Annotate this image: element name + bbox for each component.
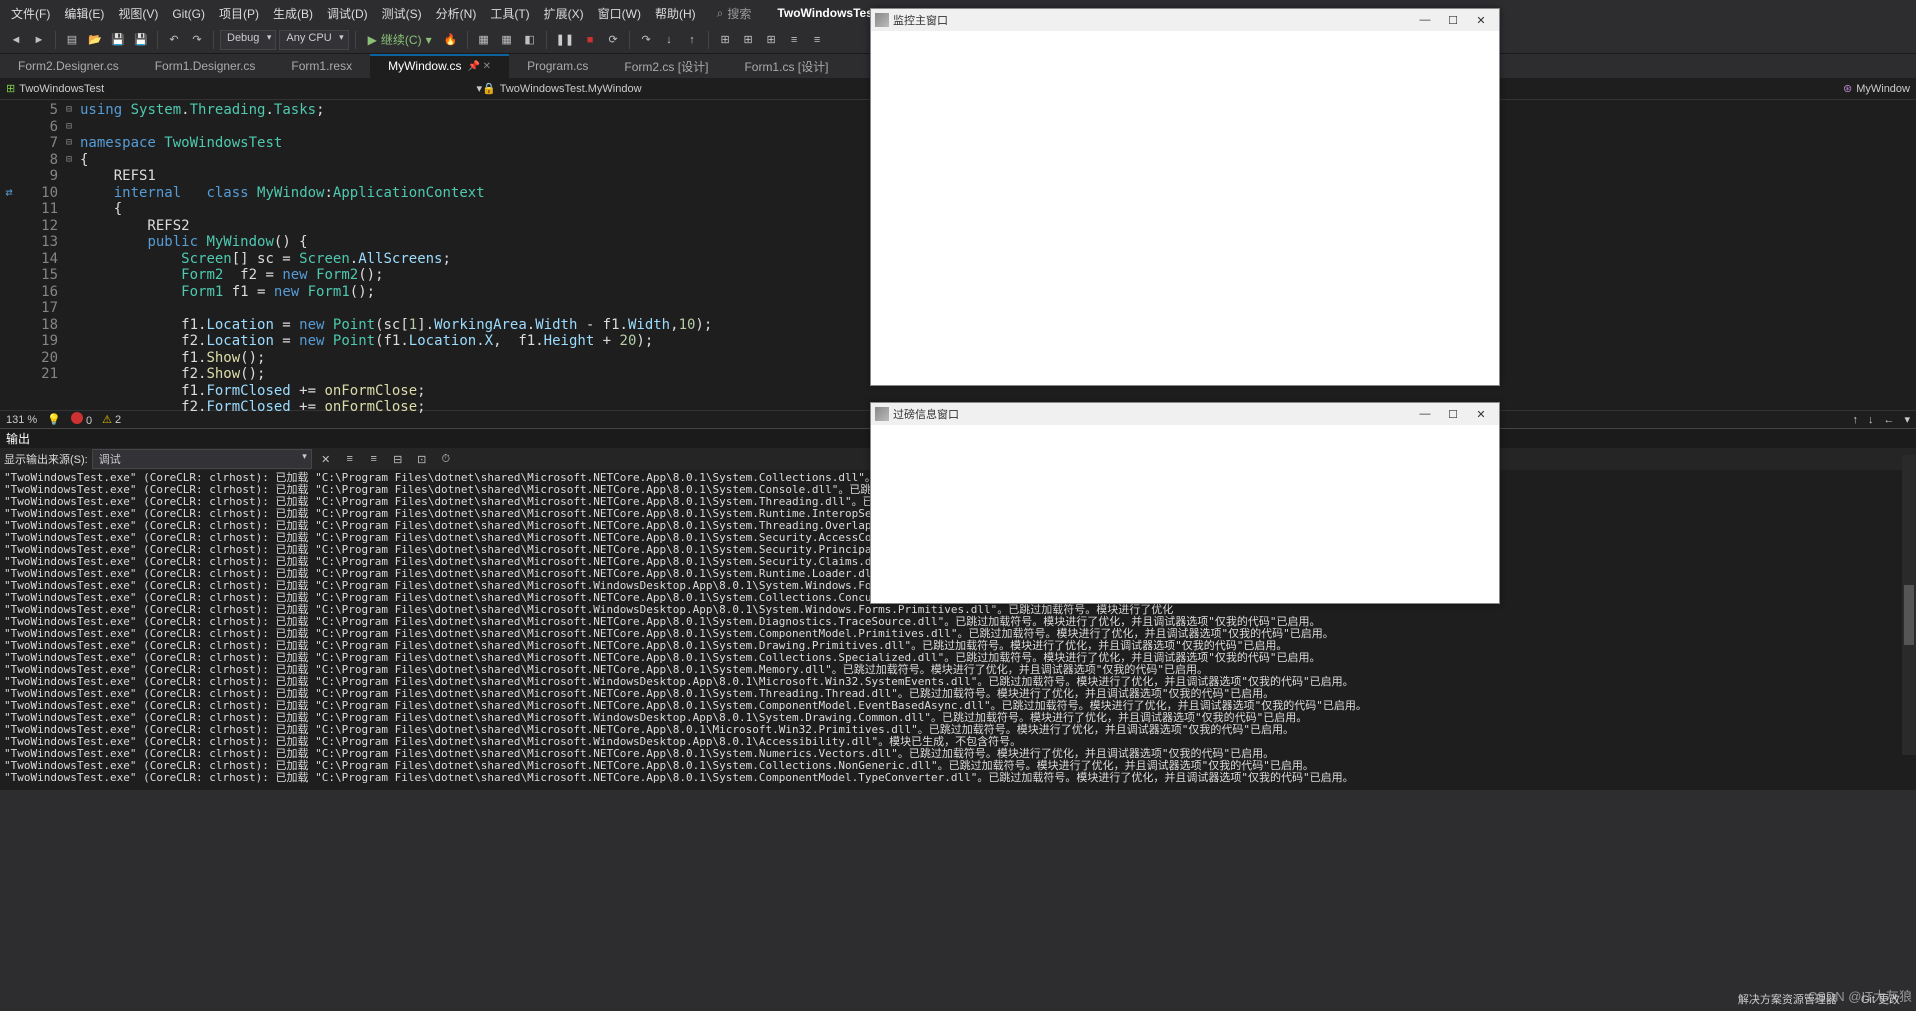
pause-icon[interactable]: ❚❚ xyxy=(553,30,577,50)
fold-gutter[interactable]: ⊟⊟⊟⊟ xyxy=(66,100,80,410)
lightbulb-icon[interactable]: 💡 xyxy=(47,413,61,426)
zoom-level[interactable]: 131 % xyxy=(6,414,37,426)
menu-item[interactable]: 帮助(H) xyxy=(648,3,703,25)
watermark: CSDN @IT大灰狼 xyxy=(1808,986,1912,1005)
back-button[interactable]: ◄ xyxy=(6,30,26,50)
tab[interactable]: Form2.cs [设计] xyxy=(606,54,726,78)
scrollbar[interactable] xyxy=(1902,455,1916,755)
menu-item[interactable]: 编辑(E) xyxy=(57,3,111,25)
search-box[interactable]: ⌕ 搜索 xyxy=(717,5,752,22)
output-title: 输出 xyxy=(6,430,30,447)
layout-icon[interactable]: ◧ xyxy=(520,30,540,50)
search-icon: ⌕ xyxy=(717,6,724,21)
play-icon: ▶ xyxy=(368,33,377,47)
clock-icon[interactable]: ⏱ xyxy=(436,449,456,469)
csharp-icon: ⊞ xyxy=(6,82,15,95)
menu-item[interactable]: 扩展(X) xyxy=(537,3,591,25)
float1-titlebar[interactable]: 监控主窗口 — ☐ ✕ xyxy=(871,9,1499,31)
menu-item[interactable]: 测试(S) xyxy=(375,3,429,25)
scrollbar-thumb[interactable] xyxy=(1904,585,1914,645)
grid-icon[interactable]: ⊞ xyxy=(738,30,758,50)
window-icon xyxy=(875,13,889,27)
menu-item[interactable]: 生成(B) xyxy=(266,3,320,25)
continue-label: 继续(C) xyxy=(381,31,422,48)
layout-icon[interactable]: ▦ xyxy=(474,30,494,50)
forward-button[interactable]: ► xyxy=(29,30,49,50)
scroll-icon[interactable]: ⊟ xyxy=(388,449,408,469)
menu-item[interactable]: 窗口(W) xyxy=(591,3,648,25)
step-over-icon[interactable]: ↷ xyxy=(636,30,656,50)
float2-titlebar[interactable]: 过磅信息窗口 — ☐ ✕ xyxy=(871,403,1499,425)
menu-item[interactable]: 视图(V) xyxy=(111,3,165,25)
sync-icon: ⇄ xyxy=(5,185,12,199)
tab[interactable]: Form1.resx xyxy=(273,54,370,78)
open-icon[interactable]: 📂 xyxy=(85,30,105,50)
close-button[interactable]: ✕ xyxy=(1467,10,1495,30)
maximize-button[interactable]: ☐ xyxy=(1439,10,1467,30)
config-dropdown[interactable]: Debug xyxy=(220,30,276,50)
step-into-icon[interactable]: ↓ xyxy=(659,30,679,50)
tab[interactable]: Form1.cs [设计] xyxy=(726,54,846,78)
breakpoint-gutter[interactable]: ⇄ xyxy=(0,100,18,410)
save-icon[interactable]: 💾 xyxy=(108,30,128,50)
float-window-monitor[interactable]: 监控主窗口 — ☐ ✕ xyxy=(870,8,1500,386)
align-icon[interactable]: ≡ xyxy=(784,30,804,50)
output-src-label: 显示输出来源(S): xyxy=(4,451,88,467)
float-window-weigh[interactable]: 过磅信息窗口 — ☐ ✕ xyxy=(870,402,1500,604)
platform-dropdown[interactable]: Any CPU xyxy=(279,30,348,50)
redo-icon[interactable]: ↷ xyxy=(187,30,207,50)
crumb-method-label: MyWindow xyxy=(1856,83,1910,95)
maximize-button[interactable]: ☐ xyxy=(1439,404,1467,424)
wrap-icon[interactable]: ≡ xyxy=(340,449,360,469)
undo-icon[interactable]: ↶ xyxy=(164,30,184,50)
locate-icon[interactable]: ⊡ xyxy=(412,449,432,469)
line-numbers: 56789101112131415161718192021 xyxy=(18,100,66,410)
step-out-icon[interactable]: ↑ xyxy=(682,30,702,50)
restart-icon[interactable]: ⟳ xyxy=(603,30,623,50)
search-label: 搜索 xyxy=(727,5,751,22)
window-icon xyxy=(875,407,889,421)
menu-item[interactable]: 分析(N) xyxy=(429,3,484,25)
class-icon: 🔒 xyxy=(482,82,496,95)
menu-item[interactable]: 项目(P) xyxy=(212,3,266,25)
tab[interactable]: Program.cs xyxy=(509,54,606,78)
stop-icon[interactable]: ■ xyxy=(580,30,600,50)
output-source-dropdown[interactable]: 调试 xyxy=(92,449,312,469)
crumb-project[interactable]: ⊞ TwoWindowsTest ▾ xyxy=(6,82,482,95)
continue-button[interactable]: ▶ 继续(C) ▾ xyxy=(362,29,438,50)
new-project-icon[interactable]: ▤ xyxy=(62,30,82,50)
crumb-class-label: TwoWindowsTest.MyWindow xyxy=(500,83,642,95)
close-button[interactable]: ✕ xyxy=(1467,404,1495,424)
grid-icon[interactable]: ⊞ xyxy=(761,30,781,50)
menu-item[interactable]: 工具(T) xyxy=(483,3,536,25)
tab[interactable]: Form1.Designer.cs xyxy=(137,54,274,78)
menu-item[interactable]: 文件(F) xyxy=(4,3,57,25)
crumb-project-label: TwoWindowsTest xyxy=(19,83,104,95)
tab-close-icon[interactable]: 📌 ✕ xyxy=(467,61,491,72)
clear-icon[interactable]: ✕ xyxy=(316,449,336,469)
minimize-button[interactable]: — xyxy=(1411,404,1439,424)
minimize-button[interactable]: — xyxy=(1411,10,1439,30)
layout-icon[interactable]: ▦ xyxy=(497,30,517,50)
crumb-method[interactable]: ⊛ MyWindow xyxy=(1434,82,1910,95)
dropdown-arrow-icon: ▾ xyxy=(426,33,432,47)
menu-item[interactable]: Git(G) xyxy=(165,3,212,25)
project-name: TwoWindowsTest xyxy=(777,6,876,20)
float1-title: 监控主窗口 xyxy=(893,12,1411,28)
align-icon[interactable]: ≡ xyxy=(807,30,827,50)
menu-item[interactable]: 调试(D) xyxy=(320,3,375,25)
method-icon: ⊛ xyxy=(1843,82,1852,95)
tab[interactable]: MyWindow.cs📌 ✕ xyxy=(370,54,509,78)
tab[interactable]: Form2.Designer.cs xyxy=(0,54,137,78)
grid-icon[interactable]: ⊞ xyxy=(715,30,735,50)
save-all-icon[interactable]: 💾 xyxy=(131,30,151,50)
float2-title: 过磅信息窗口 xyxy=(893,406,1411,422)
hot-reload-icon[interactable]: 🔥 xyxy=(441,30,461,50)
wrap-icon[interactable]: ≡ xyxy=(364,449,384,469)
